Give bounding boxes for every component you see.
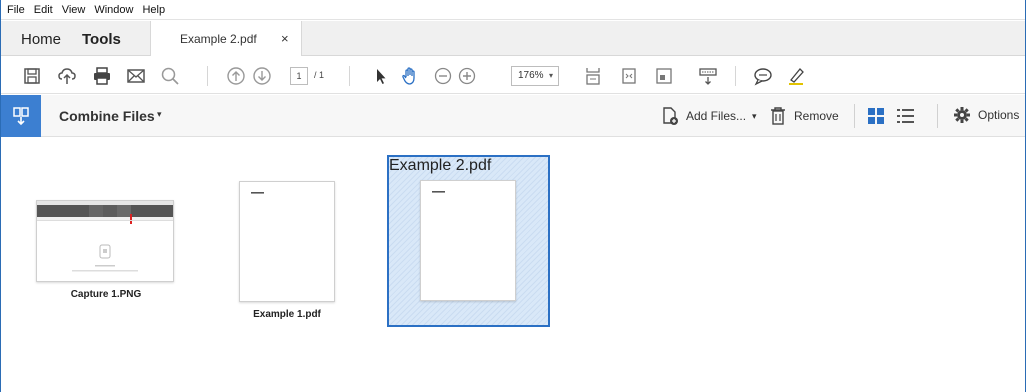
- page-number-input[interactable]: 1: [290, 67, 308, 85]
- comment-icon[interactable]: [752, 65, 774, 87]
- highlight-pen-icon[interactable]: [785, 65, 807, 87]
- toolbar-separator: [349, 66, 350, 86]
- save-icon[interactable]: [21, 65, 43, 87]
- remove-label: Remove: [794, 109, 839, 123]
- file-name: Example 1.pdf: [253, 309, 321, 320]
- cloud-upload-icon[interactable]: [56, 65, 78, 87]
- chevron-down-icon[interactable]: ▾: [157, 109, 162, 120]
- zoom-select[interactable]: 176% ▾: [511, 66, 559, 86]
- document-tab[interactable]: Example 2.pdf ×: [150, 21, 302, 56]
- toolbar-separator: [854, 104, 855, 128]
- scrolling-mode-icon[interactable]: [697, 65, 719, 87]
- print-icon[interactable]: [91, 65, 113, 87]
- options-label: Options: [978, 108, 1020, 122]
- tab-tools[interactable]: Tools: [82, 31, 121, 48]
- tab-bar: Home Tools Example 2.pdf ×: [1, 21, 1025, 56]
- zoom-out-icon[interactable]: [432, 65, 454, 87]
- menu-view[interactable]: View: [62, 4, 86, 16]
- menu-edit[interactable]: Edit: [34, 4, 53, 16]
- toolbar-separator: [207, 66, 208, 86]
- fit-page-icon[interactable]: [582, 65, 604, 87]
- file-card[interactable]: Example 1.pdf: [227, 178, 347, 323]
- fit-width-icon[interactable]: [618, 65, 640, 87]
- full-screen-icon[interactable]: [653, 65, 675, 87]
- options-button[interactable]: Options: [953, 106, 1019, 124]
- next-page-icon[interactable]: [251, 65, 273, 87]
- search-icon[interactable]: [159, 65, 181, 87]
- add-files-button[interactable]: Add Files... ▾: [660, 106, 757, 126]
- app-window: File Edit View Window Help Home Tools Ex…: [0, 0, 1026, 392]
- document-tab-title: Example 2.pdf: [180, 32, 257, 46]
- combine-files-area: Capture 1.PNG Example 1.pdf Example 2.pd…: [1, 138, 1025, 392]
- zoom-value: 176%: [518, 70, 544, 81]
- add-files-label: Add Files...: [686, 109, 747, 123]
- toolbar-separator: [735, 66, 736, 86]
- combine-files-bar: Combine Files ▾ Add Files... ▾ Remove Op…: [1, 95, 1025, 137]
- file-card-selected[interactable]: Example 2.pdf: [387, 155, 550, 327]
- add-file-icon: [663, 107, 678, 125]
- file-card[interactable]: Capture 1.PNG: [31, 198, 181, 308]
- remove-button[interactable]: Remove: [769, 106, 839, 126]
- menu-window[interactable]: Window: [94, 4, 133, 16]
- file-thumbnail: [239, 181, 335, 302]
- toolbar-separator: [937, 104, 938, 128]
- gear-icon: [954, 107, 970, 123]
- zoom-in-icon[interactable]: [456, 65, 478, 87]
- file-thumbnail: [36, 200, 174, 282]
- thumbnail-view-icon[interactable]: [867, 107, 885, 125]
- chevron-down-icon: ▾: [548, 71, 553, 80]
- menu-file[interactable]: File: [7, 4, 25, 16]
- menu-bar: File Edit View Window Help: [1, 0, 1025, 20]
- chevron-down-icon: ▾: [752, 110, 757, 121]
- file-thumbnail: [420, 180, 516, 301]
- hand-tool-icon[interactable]: [399, 65, 421, 87]
- tab-home[interactable]: Home: [21, 31, 61, 48]
- combine-files-icon[interactable]: [1, 95, 41, 137]
- combine-files-title[interactable]: Combine Files: [59, 108, 155, 124]
- list-view-icon[interactable]: [896, 107, 916, 125]
- file-name: Capture 1.PNG: [70, 289, 142, 300]
- email-icon[interactable]: [125, 65, 147, 87]
- menu-help[interactable]: Help: [142, 4, 165, 16]
- page-total: / 1: [314, 70, 325, 80]
- main-toolbar: 1 / 1 176% ▾: [1, 57, 1025, 94]
- file-name: Example 2.pdf: [389, 157, 492, 174]
- select-arrow-icon[interactable]: [370, 65, 392, 87]
- close-icon[interactable]: ×: [281, 31, 289, 46]
- trash-icon: [771, 107, 785, 125]
- previous-page-icon[interactable]: [225, 65, 247, 87]
